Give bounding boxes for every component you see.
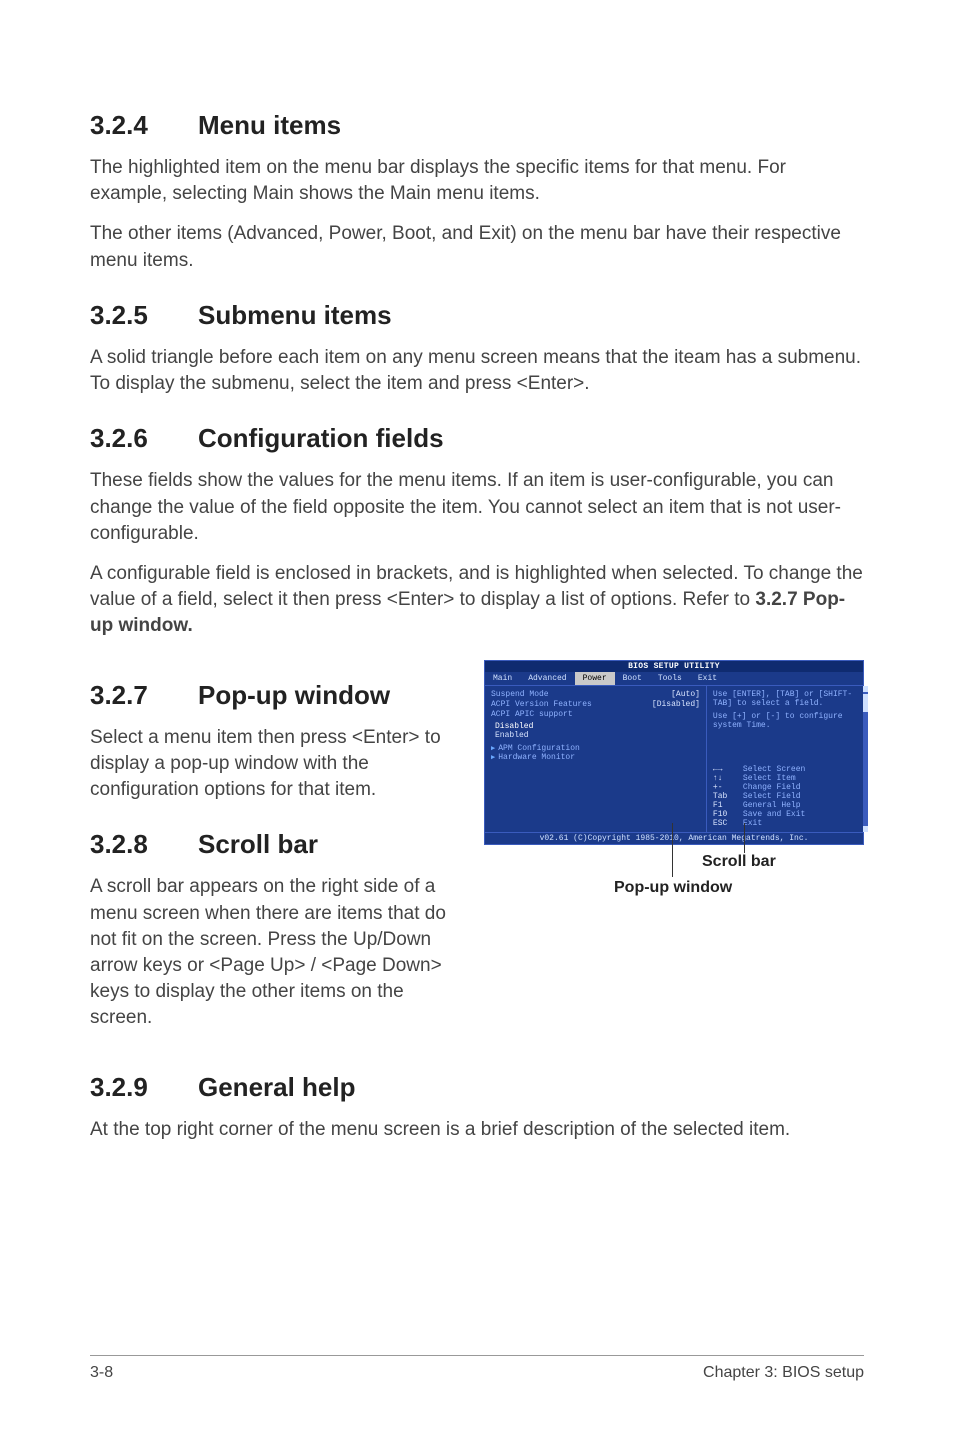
bios-help-text: Use [+] or [-] to configure system Time. <box>713 712 857 730</box>
bios-screenshot-illustration: BIOS SETUP UTILITY Main Advanced Power B… <box>484 660 864 845</box>
bios-item-value: [Disabled] <box>652 700 700 710</box>
bios-help-text: Use [ENTER], [TAB] or [SHIFT-TAB] to sel… <box>713 690 857 708</box>
paragraph: At the top right corner of the menu scre… <box>90 1117 864 1143</box>
bios-popup-option: Enabled <box>491 731 700 740</box>
heading-title: Submenu items <box>198 300 392 330</box>
bios-item-row: ACPI APIC support <box>491 710 700 720</box>
heading-number: 3.2.8 <box>90 829 198 860</box>
bios-nav-row: F10Save and Exit <box>713 810 857 819</box>
bios-copyright-footer: v02.61 (C)Copyright 1985-2010, American … <box>485 833 863 844</box>
bios-tab-advanced: Advanced <box>520 672 574 685</box>
bios-key: ←→ <box>713 765 743 774</box>
bios-scrollbar-illustration <box>863 686 868 832</box>
heading-number: 3.2.9 <box>90 1072 198 1103</box>
bios-key: Tab <box>713 792 743 801</box>
paragraph: The other items (Advanced, Power, Boot, … <box>90 221 864 273</box>
bios-key: F1 <box>713 801 743 810</box>
bios-tab-exit: Exit <box>690 672 725 685</box>
bios-item-label: ACPI Version Features <box>491 700 592 710</box>
bios-key-desc: Select Item <box>743 774 796 783</box>
bios-nav-row: TabSelect Field <box>713 792 857 801</box>
heading-number: 3.2.6 <box>90 423 198 454</box>
bios-body: Suspend Mode [Auto] ACPI Version Features… <box>485 685 863 833</box>
figure-column: BIOS SETUP UTILITY Main Advanced Power B… <box>484 654 864 915</box>
bios-tab-power: Power <box>575 672 615 685</box>
paragraph: A solid triangle before each item on any… <box>90 345 864 397</box>
bios-tab-bar: Main Advanced Power Boot Tools Exit <box>485 672 863 685</box>
paragraph-text: A configurable field is enclosed in brac… <box>90 563 863 610</box>
bios-left-pane: Suspend Mode [Auto] ACPI Version Features… <box>485 686 707 832</box>
page-number: 3-8 <box>90 1364 113 1382</box>
bios-item-row: ACPI Version Features [Disabled] <box>491 700 700 710</box>
document-page: 3.2.4Menu items The highlighted item on … <box>0 0 954 1438</box>
bios-key: F10 <box>713 810 743 819</box>
two-column-row: 3.2.7Pop-up window Select a menu item th… <box>90 654 864 1046</box>
heading-325: 3.2.5Submenu items <box>90 300 864 331</box>
heading-328: 3.2.8Scroll bar <box>90 829 460 860</box>
heading-326: 3.2.6Configuration fields <box>90 423 864 454</box>
bios-nav-row: +-Change Field <box>713 783 857 792</box>
callout-line-icon <box>672 823 673 877</box>
paragraph: These fields show the values for the men… <box>90 468 864 547</box>
page-footer: 3-8 Chapter 3: BIOS setup <box>90 1355 864 1382</box>
bios-key: ESC <box>713 819 743 828</box>
bios-popup-option: Disabled <box>491 722 700 731</box>
heading-number: 3.2.4 <box>90 110 198 141</box>
callout-line-icon <box>744 823 745 853</box>
bios-tab-main: Main <box>485 672 520 685</box>
bios-item-label: ACPI APIC support <box>491 710 573 720</box>
bios-title-bar: BIOS SETUP UTILITY <box>485 661 863 672</box>
bios-tab-boot: Boot <box>615 672 650 685</box>
bios-popup-window: Disabled Enabled <box>491 722 700 740</box>
bios-submenu-item: APM Configuration <box>491 744 700 753</box>
bios-key-desc: Select Field <box>743 792 801 801</box>
bios-nav-row: ESCExit <box>713 819 857 828</box>
figure-callouts: Scroll bar Pop-up window <box>484 845 864 915</box>
bios-item-row: Suspend Mode [Auto] <box>491 690 700 700</box>
bios-key-desc: General Help <box>743 801 801 810</box>
bios-key-desc: Save and Exit <box>743 810 805 819</box>
heading-title: Scroll bar <box>198 829 318 859</box>
chapter-title: Chapter 3: BIOS setup <box>703 1364 864 1382</box>
bios-key: ↑↓ <box>713 774 743 783</box>
bios-key-desc: Exit <box>743 819 762 828</box>
paragraph: A configurable field is enclosed in brac… <box>90 561 864 640</box>
bios-nav-row: ←→Select Screen <box>713 765 857 774</box>
bios-submenu-item: Hardware Monitor <box>491 753 700 762</box>
paragraph: A scroll bar appears on the right side o… <box>90 874 460 1031</box>
callout-popup-label: Pop-up window <box>614 879 732 897</box>
heading-329: 3.2.9General help <box>90 1072 864 1103</box>
bios-item-value: [Auto] <box>671 690 700 700</box>
heading-number: 3.2.7 <box>90 680 198 711</box>
bios-tab-tools: Tools <box>650 672 690 685</box>
bios-nav-row: F1General Help <box>713 801 857 810</box>
bios-key-desc: Change Field <box>743 783 801 792</box>
bios-item-label: Suspend Mode <box>491 690 549 700</box>
bios-nav-row: ↑↓Select Item <box>713 774 857 783</box>
heading-title: Pop-up window <box>198 680 390 710</box>
heading-title: Menu items <box>198 110 341 140</box>
bios-key: +- <box>713 783 743 792</box>
heading-title: General help <box>198 1072 356 1102</box>
paragraph: Select a menu item then press <Enter> to… <box>90 725 460 804</box>
bios-right-pane: Use [ENTER], [TAB] or [SHIFT-TAB] to sel… <box>707 686 863 832</box>
heading-327: 3.2.7Pop-up window <box>90 680 460 711</box>
heading-number: 3.2.5 <box>90 300 198 331</box>
paragraph: The highlighted item on the menu bar dis… <box>90 155 864 207</box>
heading-324: 3.2.4Menu items <box>90 110 864 141</box>
callout-scrollbar-label: Scroll bar <box>702 853 776 871</box>
heading-title: Configuration fields <box>198 423 444 453</box>
text-column: 3.2.7Pop-up window Select a menu item th… <box>90 654 460 1046</box>
bios-nav-keys: ←→Select Screen ↑↓Select Item +-Change F… <box>713 765 857 828</box>
bios-key-desc: Select Screen <box>743 765 805 774</box>
